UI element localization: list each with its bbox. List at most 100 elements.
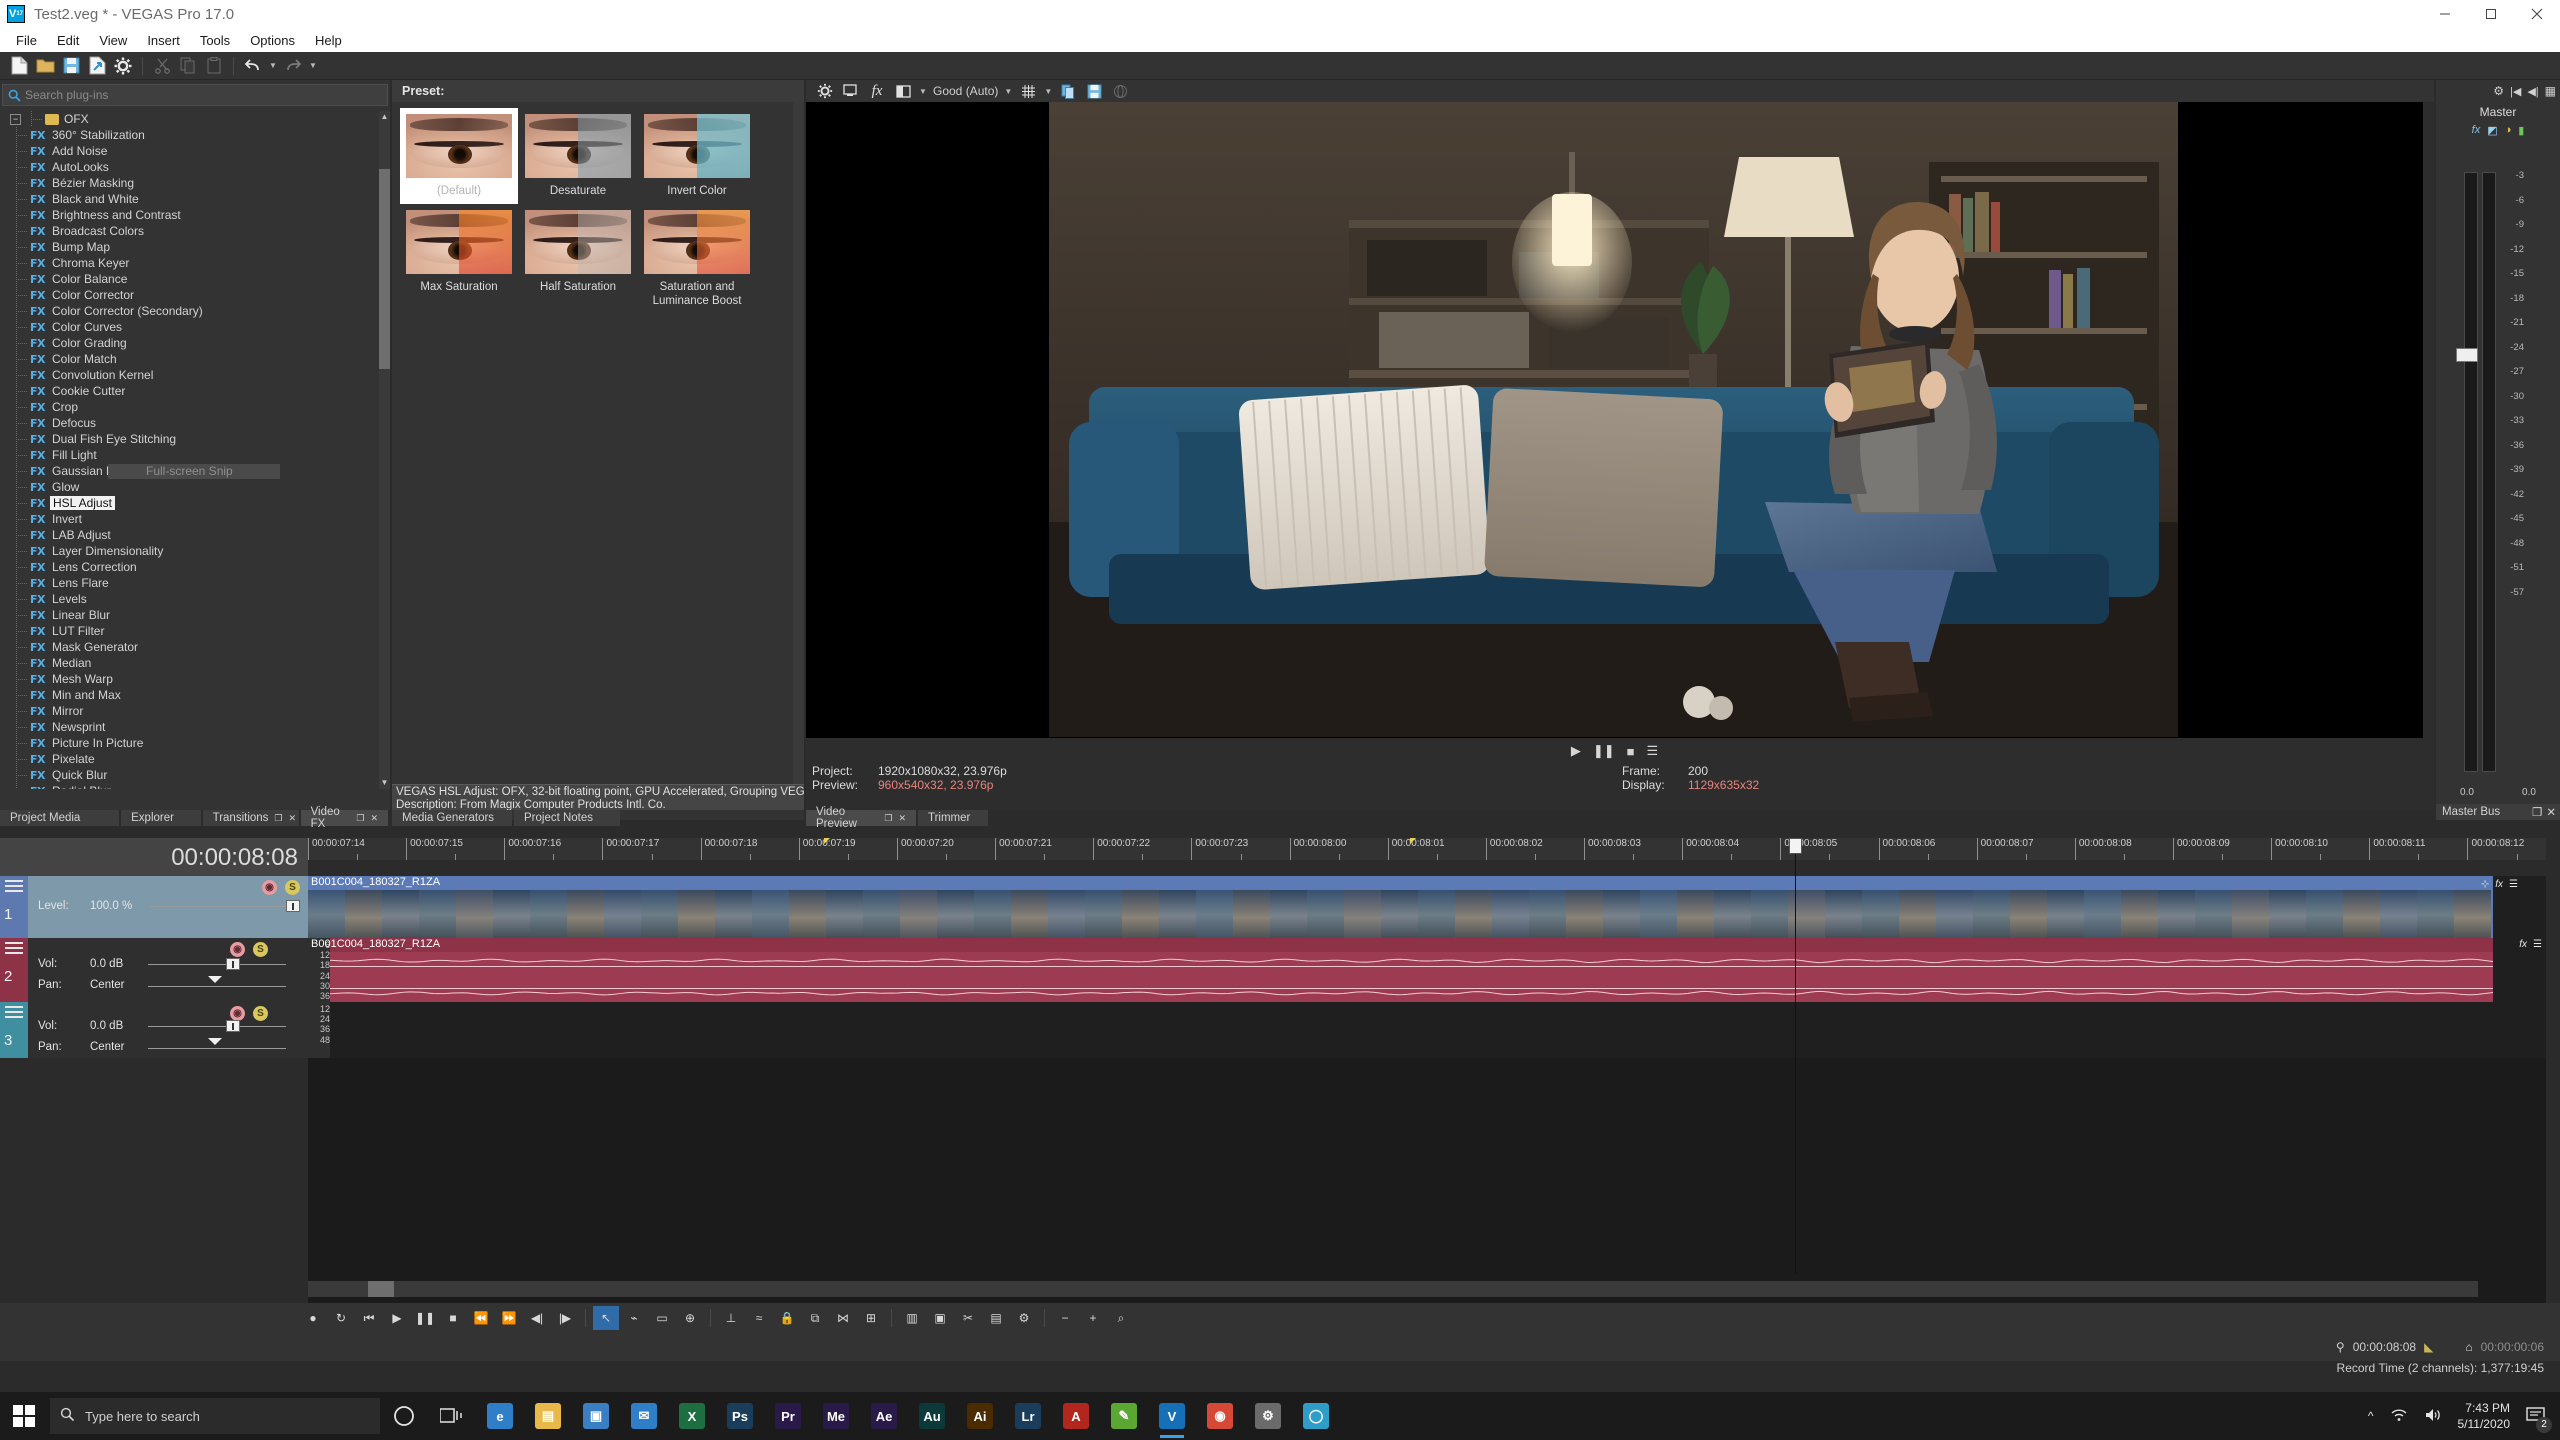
track-header-2[interactable]: 2 ◉ S Vol: 0.0 dB Pan: Center <box>0 938 308 1002</box>
external-monitor-icon[interactable] <box>838 81 864 101</box>
settings-icon[interactable]: ⚙ <box>1244 1392 1292 1440</box>
plugin-item[interactable]: FX Mask Generator <box>0 639 390 655</box>
level-slider-track[interactable] <box>150 906 300 907</box>
scrollbar-thumb[interactable] <box>379 169 390 369</box>
open-project-icon[interactable] <box>32 54 58 78</box>
illustrator-icon[interactable]: Ai <box>956 1392 1004 1440</box>
timeline-audio-track-3[interactable]: 12 24 36 48 <box>308 1002 2546 1058</box>
tab-video-preview[interactable]: Video Preview ❐ ✕ <box>806 806 916 830</box>
preset-item[interactable]: (Default) <box>400 108 518 204</box>
tab-project-notes[interactable]: Project Notes <box>514 810 620 826</box>
preset-scrollbar[interactable] <box>793 102 804 792</box>
search-input-placeholder[interactable]: Search plug-ins <box>25 88 108 102</box>
plugin-item[interactable]: FX Mesh Warp <box>0 671 390 687</box>
enable-snapping-icon[interactable]: ⊥ <box>718 1306 744 1330</box>
play-from-start-icon[interactable]: ⏮ <box>356 1306 382 1330</box>
plugin-item[interactable]: FX Brightness and Contrast <box>0 207 390 223</box>
speaker-icon[interactable] <box>2424 1407 2442 1426</box>
master-bus-icon[interactable]: ▤ <box>983 1306 1009 1330</box>
acrobat-icon[interactable]: A <box>1052 1392 1100 1440</box>
mute-icon[interactable]: ◉ <box>230 942 245 957</box>
tab-explorer[interactable]: Explorer <box>121 810 201 826</box>
paste-icon[interactable] <box>201 54 227 78</box>
tab-video-fx[interactable]: Video FX ❐ ✕ <box>300 806 388 830</box>
copy-icon[interactable] <box>175 54 201 78</box>
timeline-marker-2[interactable] <box>1410 838 1416 844</box>
play-icon[interactable]: ▶ <box>384 1306 410 1330</box>
plugin-item[interactable]: FX Layer Dimensionality <box>0 543 390 559</box>
volume-slider-knob[interactable] <box>226 1020 240 1032</box>
copy-snapshot-icon[interactable] <box>1055 81 1081 101</box>
pan-slider-knob[interactable] <box>208 1038 222 1045</box>
plugin-item[interactable]: FX Color Match <box>0 351 390 367</box>
plugin-item[interactable]: FX Lens Correction <box>0 559 390 575</box>
plugin-item[interactable]: FX LUT Filter <box>0 623 390 639</box>
preset-item[interactable]: Desaturate <box>519 108 637 204</box>
plugin-item[interactable]: FX Quick Blur <box>0 767 390 783</box>
quality-caret-icon[interactable]: ▼ <box>1001 79 1015 103</box>
solo-icon[interactable]: S <box>253 942 268 957</box>
play-icon[interactable]: ▶ <box>1571 743 1581 759</box>
plugin-item[interactable]: FX Invert <box>0 511 390 527</box>
taskbar-search-placeholder[interactable]: Type here to search <box>85 1409 200 1424</box>
minimize-button[interactable] <box>2422 0 2468 28</box>
fx-chain-icon[interactable]: fx <box>2472 124 2481 137</box>
float-icon[interactable]: ❐ <box>884 813 892 824</box>
ignore-event-grouping-icon[interactable]: ⧉ <box>802 1306 828 1330</box>
media-encoder-icon[interactable]: Me <box>812 1392 860 1440</box>
preset-item[interactable]: Invert Color <box>638 108 756 204</box>
plugin-item[interactable]: FX 360° Stabilization <box>0 127 390 143</box>
event-pan-crop-icon[interactable]: ⊹ <box>2481 879 2489 890</box>
video-preview-icon[interactable]: ▣ <box>927 1306 953 1330</box>
collapse-icon[interactable]: − <box>10 113 21 125</box>
menu-tools[interactable]: Tools <box>190 31 240 50</box>
solo-icon[interactable]: S <box>253 1006 268 1021</box>
volume-slider-track[interactable] <box>148 964 286 965</box>
project-properties-icon[interactable] <box>110 54 136 78</box>
float-icon[interactable]: ❐ <box>2532 805 2546 819</box>
previous-frame-icon[interactable]: ◀| <box>524 1306 550 1330</box>
edge-icon[interactable]: e <box>476 1392 524 1440</box>
plugin-item[interactable]: FX Glow <box>0 479 390 495</box>
vegas-pro-icon[interactable]: V <box>1148 1392 1196 1440</box>
plugin-tree[interactable]: − OFX FX 360° Stabilization FX Add Noise FX A… <box>0 111 390 789</box>
timeline-audio-track-2[interactable]: B001C004_180327_R1ZA 61218243036424854 f… <box>308 938 2546 1032</box>
event-fx-icon[interactable]: fx <box>2519 939 2527 950</box>
scroll-up-icon[interactable]: ▲ <box>379 111 390 123</box>
tab-transitions[interactable]: Transitions ❐ ✕ <box>202 810 299 826</box>
plugin-item[interactable]: FX Bump Map <box>0 239 390 255</box>
plugin-item[interactable]: FX Fill Light <box>0 447 390 463</box>
plugin-item[interactable]: FX AutoLooks <box>0 159 390 175</box>
event-fx-icon[interactable]: fx <box>2495 879 2503 890</box>
plugin-manager-icon[interactable]: ⚙ <box>1011 1306 1037 1330</box>
grid-view-icon[interactable]: ▦ <box>2545 84 2556 98</box>
track-menu-icon[interactable] <box>5 880 23 894</box>
pause-icon[interactable]: ❚❚ <box>1593 743 1615 759</box>
mixing-console-icon[interactable]: ▥ <box>899 1306 925 1330</box>
next-track-icon[interactable]: ◀| <box>2527 85 2538 98</box>
plugin-item[interactable]: FX Convolution Kernel <box>0 367 390 383</box>
level-slider-knob[interactable] <box>286 900 300 912</box>
plugin-item[interactable]: FX Color Balance <box>0 271 390 287</box>
pause-icon[interactable]: ❚❚ <box>412 1306 438 1330</box>
plugin-item[interactable]: FX Pixelate <box>0 751 390 767</box>
taskbar-search-box[interactable]: Type here to search <box>50 1398 380 1434</box>
quantize-to-frames-icon[interactable]: ⊞ <box>858 1306 884 1330</box>
plugin-item[interactable]: FX Broadcast Colors <box>0 223 390 239</box>
menu-insert[interactable]: Insert <box>137 31 190 50</box>
plugin-item[interactable]: FX Color Corrector <box>0 287 390 303</box>
pan-slider-track[interactable] <box>148 986 286 987</box>
chevron-up-icon[interactable]: ^ <box>2368 1409 2374 1423</box>
store-icon[interactable]: ▣ <box>572 1392 620 1440</box>
plugin-item[interactable]: FX Add Noise <box>0 143 390 159</box>
preset-item[interactable]: Max Saturation <box>400 204 518 314</box>
plugin-item[interactable]: FX Color Corrector (Secondary) <box>0 303 390 319</box>
close-icon[interactable]: ✕ <box>2546 805 2560 819</box>
record-icon[interactable]: ● <box>300 1306 326 1330</box>
menu-edit[interactable]: Edit <box>47 31 89 50</box>
envelope-edit-tool-icon[interactable]: ⌁ <box>621 1306 647 1330</box>
taskbar-clock[interactable]: 7:43 PM 5/11/2020 <box>2458 1400 2511 1432</box>
event-menu-icon[interactable]: ☰ <box>2509 879 2518 890</box>
timeline-cursor-head[interactable] <box>1789 838 1802 854</box>
timeline-marker-1[interactable] <box>824 838 830 844</box>
